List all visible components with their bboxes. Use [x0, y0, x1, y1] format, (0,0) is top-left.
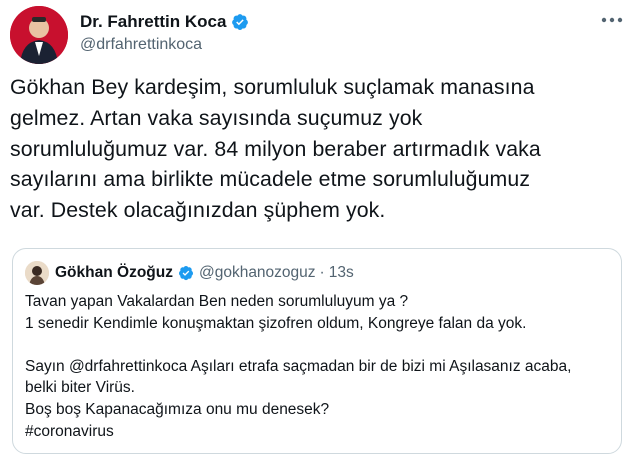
verified-badge-icon	[232, 14, 249, 30]
quoted-author-handle[interactable]: @gokhanozoguz	[199, 264, 316, 282]
quoted-author-name[interactable]: Gökhan Özoğuz	[55, 264, 173, 282]
tweet-text: Gökhan Bey kardeşim, sorumluluk suçlamak…	[10, 75, 541, 223]
author-avatar[interactable]	[10, 6, 68, 64]
author-handle[interactable]: @drfahrettinkoca	[80, 36, 202, 54]
separator-dot: ·	[319, 264, 325, 281]
quoted-verified-badge-icon	[178, 266, 193, 281]
quoted-timestamp[interactable]: 13s	[329, 264, 354, 282]
quoted-tweet-header: Gökhan Özoğuz @gokhanozoguz · 13s	[25, 261, 354, 285]
quoted-author-avatar[interactable]	[25, 261, 49, 285]
author-display-name[interactable]: Dr. Fahrettin Koca	[80, 12, 226, 32]
author-name-row: Dr. Fahrettin Koca	[80, 12, 249, 32]
more-options-icon[interactable]	[600, 12, 624, 28]
tweet-header: Dr. Fahrettin Koca @drfahrettinkoca	[10, 6, 630, 66]
author-avatar-image	[10, 6, 68, 64]
quoted-tweet-text: Tavan yapan Vakalardan Ben neden sorumlu…	[25, 293, 572, 440]
quoted-tweet[interactable]: Gökhan Özoğuz @gokhanozoguz · 13s Tavan …	[12, 248, 622, 454]
